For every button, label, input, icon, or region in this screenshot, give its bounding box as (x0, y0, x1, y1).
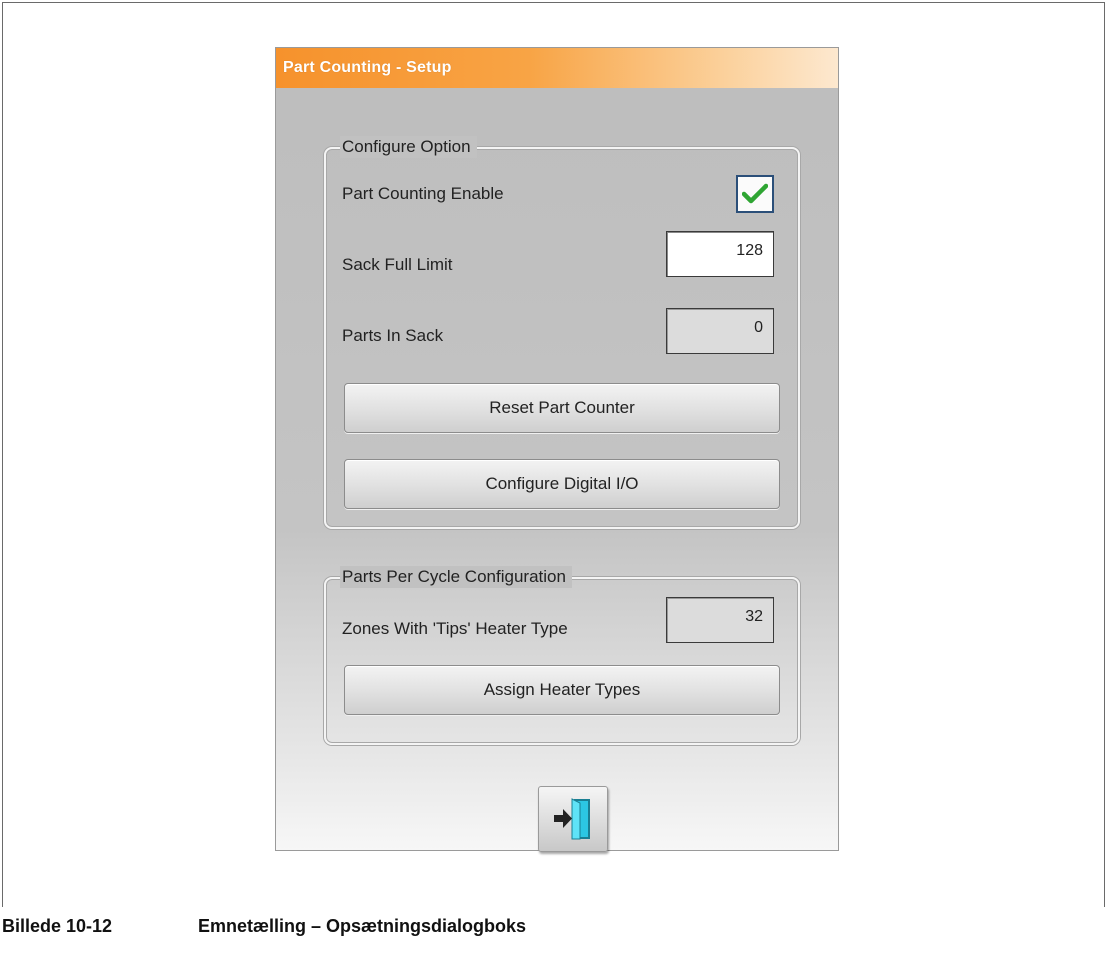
dialog-titlebar: Part Counting - Setup (276, 48, 838, 88)
reset-part-counter-button[interactable]: Reset Part Counter (344, 383, 780, 433)
configure-digital-io-button[interactable]: Configure Digital I/O (344, 459, 780, 509)
parts-in-sack-field: 0 (666, 308, 774, 354)
parts-per-cycle-group: Parts Per Cycle Configuration Zones With… (324, 566, 800, 745)
exit-door-icon (554, 798, 590, 840)
sack-full-limit-label: Sack Full Limit (342, 255, 453, 274)
configure-option-legend: Configure Option (340, 136, 477, 158)
part-counting-enable-checkbox[interactable] (736, 175, 774, 213)
dialog-title: Part Counting - Setup (283, 59, 452, 76)
checkmark-icon (742, 183, 768, 204)
part-counting-setup-dialog: Part Counting - Setup Configure Option P… (275, 47, 839, 852)
figure-number: Billede 10-12 (2, 915, 113, 936)
exit-button[interactable] (538, 786, 608, 852)
zones-tips-heater-field: 32 (666, 597, 774, 643)
figure-caption-text: Emnetælling – Opsætningsdialogboks (198, 915, 527, 936)
part-counting-enable-label: Part Counting Enable (342, 184, 504, 203)
configure-option-group: Configure Option Part Counting Enable Sa… (324, 136, 800, 529)
assign-heater-types-button[interactable]: Assign Heater Types (344, 665, 780, 715)
parts-in-sack-label: Parts In Sack (342, 326, 444, 345)
zones-tips-heater-label: Zones With 'Tips' Heater Type (342, 619, 568, 638)
parts-per-cycle-legend: Parts Per Cycle Configuration (340, 566, 572, 588)
figure-caption: Billede 10-12 Emnetælling – Opsætningsdi… (0, 914, 526, 938)
sack-full-limit-input[interactable]: 128 (666, 231, 774, 277)
